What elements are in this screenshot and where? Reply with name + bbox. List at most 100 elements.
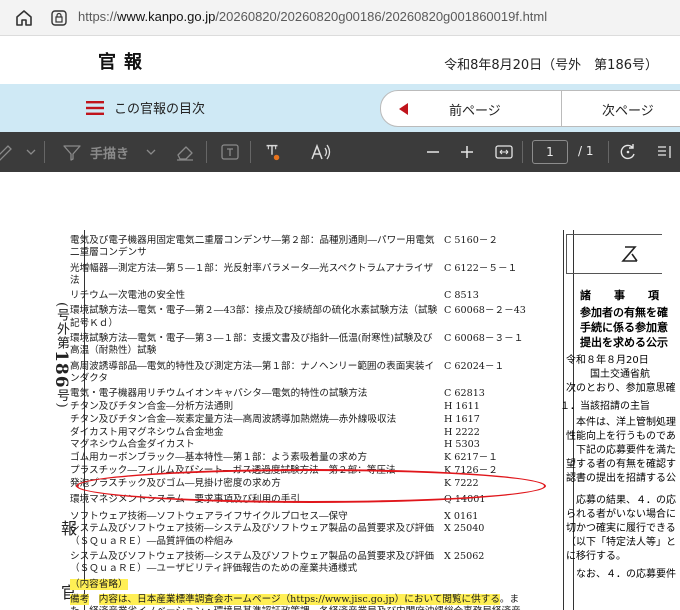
toolbar-separator: [250, 141, 251, 163]
prev-page-label: 前ページ: [449, 104, 501, 119]
standard-entry: マグネシウム合金ダイカスト H 5303: [70, 439, 530, 451]
standard-title: リチウム一次電池の安全性: [70, 290, 186, 302]
standard-entry: ダイカスト用マグネシウム合金地金 H 2222: [70, 427, 530, 439]
standard-title: 電気・電子機器用リチウムイオンキャパシタ―電気的特性の試験方法: [70, 388, 368, 400]
prev-page-button[interactable]: 前ページ: [381, 91, 561, 126]
standard-code: C 62813: [444, 388, 485, 400]
standard-entry: 電気・電子機器用リチウムイオンキャパシタ―電気的特性の試験方法 C 62813: [70, 388, 530, 400]
notice-line: 性能向上を行うものであ: [566, 431, 676, 442]
standard-title: 光増幅器―測定方法―第５―１部：光反射率パラメータ―光スペクトラムアナライザ法: [70, 262, 434, 287]
standard-entry: 環境試験方法―電気・電子―第２―43部：接点及び接続部の硫化水素試験方法（試験記…: [70, 305, 530, 330]
page-navigation: この官報の目次 前ページ 次ページ: [0, 84, 680, 132]
hamburger-menu-icon: [86, 100, 104, 115]
highlighter-icon[interactable]: [62, 142, 82, 162]
omission-note-row: （内容省略）: [70, 578, 530, 591]
ko-mark-icon: [621, 246, 638, 262]
standard-title: チタン及びチタン合金―炭素定量方法―高周波誘導加熱燃焼―赤外線吸収法: [70, 413, 397, 425]
notice-title: 参加者の有無を確 手続に係る参加意 提出を求める公示: [580, 305, 668, 350]
column-rule: [563, 230, 564, 610]
side-issue-suffix: 号): [54, 388, 69, 409]
book-view-icon[interactable]: [656, 142, 680, 162]
notice-line: 次のとおり、参加意思確: [566, 383, 676, 394]
notice-line: 応募の結果、４．の応: [566, 495, 676, 506]
standards-list: 電気及び電子機器用固定電気二重層コンデンサ―第２部：品種別通則―パワー用電気二重…: [70, 235, 530, 610]
standard-code: H 2222: [444, 426, 480, 438]
toc-button[interactable]: この官報の目次: [86, 98, 205, 117]
site-info-icon[interactable]: [50, 9, 68, 27]
standard-code: K 6217－１: [444, 452, 498, 464]
zoom-in-icon[interactable]: [460, 142, 474, 162]
notice-line: 切かつ確実に履行できる: [566, 523, 676, 534]
standard-entry: ゴム用カーボンブラック―基本特性―第１部：よう素吸着量の求め方 K 6217－１: [70, 452, 530, 464]
standard-entry: 電気及び電子機器用固定電気二重層コンデンサ―第２部：品種別通則―パワー用電気二重…: [70, 235, 530, 260]
kanpo-logo[interactable]: 官報: [98, 48, 150, 74]
standard-code: C 8513: [444, 290, 479, 302]
eraser-icon[interactable]: [174, 142, 196, 162]
zoom-out-icon[interactable]: [426, 142, 440, 162]
remarks-text-highlighted: 内容は、日本産業標準調査会ホームページ（https://www.jisc.go.…: [98, 593, 500, 605]
standard-entry: システム及びソフトウェア技術―システム及びソフトウェア製品の品質要求及び評価（Ｓ…: [70, 523, 530, 548]
standard-code: X 25040: [444, 523, 485, 535]
standard-code: C 60068－２－43: [444, 305, 526, 317]
standard-entry: ソフトウェア技術―ソフトウェアライフサイクルプロセス―保守 X 0161: [70, 511, 530, 523]
pen-icon[interactable]: [0, 142, 18, 162]
pdf-toolbar: 手描き 1 / 1: [0, 132, 680, 172]
url-text[interactable]: https://www.kanpo.go.jp/20260820/2026082…: [78, 9, 547, 24]
side-issue-prefix: (号外第: [54, 302, 69, 351]
remarks-label: 備考: [70, 593, 90, 605]
url-host: www.kanpo.go.jp: [117, 9, 216, 24]
standard-entry: チタン及びチタン合金―分析方法通則 H 1611: [70, 401, 530, 413]
chevron-down-icon[interactable]: [146, 142, 156, 162]
url-prefix: https://: [78, 9, 118, 24]
standard-title: 電気及び電子機器用固定電気二重層コンデンサ―第２部：品種別通則―パワー用電気二重…: [70, 235, 435, 259]
text-box-icon[interactable]: [220, 142, 240, 162]
standard-title: システム及びソフトウェア技術―システム及びソフトウェア製品の品質要求及び評価（Ｓ…: [70, 523, 434, 547]
standard-title: チタン及びチタン合金―分析方法通則: [70, 401, 234, 413]
standard-code: H 1617: [444, 413, 480, 425]
draw-tool-label[interactable]: 手描き: [90, 143, 129, 162]
standard-title: 高周波誘導部品―電気的特性及び測定方法―第１部：ナノヘンリー範囲の表面実装インダ…: [70, 360, 435, 385]
side-issue-digits: 186: [51, 350, 71, 389]
toc-label: この官報の目次: [114, 102, 206, 117]
notice-line: （以下「特定法人等」と: [566, 537, 676, 548]
side-issue-number: (号外第186号): [51, 302, 71, 409]
toolbar-separator: [522, 141, 523, 163]
standard-entry: チタン及びチタン合金―炭素定量方法―高周波誘導加熱燃焼―赤外線吸収法 H 1617: [70, 414, 530, 426]
section-header: 諸 事 項: [580, 289, 665, 302]
red-annotation-circle: [76, 469, 546, 503]
standard-code: X 25062: [444, 551, 485, 563]
toolbar-separator: [44, 141, 45, 163]
url-path: /20260820/20260820g00186/20260820g001860…: [215, 9, 548, 24]
chevron-down-icon[interactable]: [26, 142, 36, 162]
notice-title-line: 参加者の有無を確: [580, 306, 668, 319]
format-text-icon[interactable]: [262, 142, 282, 162]
standard-code: H 5303: [444, 439, 480, 451]
home-icon[interactable]: [14, 8, 34, 28]
fit-page-icon[interactable]: [494, 142, 514, 162]
notice-line: １．当該招請の主旨: [560, 401, 650, 412]
kanpo-header: 官報 令和8年8月20日（号外 第186号）: [0, 36, 680, 84]
next-page-button[interactable]: 次ページ: [562, 91, 680, 126]
standard-entry: システム及びソフトウェア技術―システム及びソフトウェア製品の品質要求及び評価（Ｓ…: [70, 551, 530, 576]
standard-title: 環境試験方法―電気・電子―第２―43部：接点及び接続部の硫化水素試験方法（試験記…: [70, 305, 438, 329]
standard-code: C 60068－３－１: [444, 333, 524, 345]
pdf-canvas[interactable]: (号外第186号) 報 官 電気及び電子機器用固定電気二重層コンデンサ―第２部：…: [0, 172, 680, 610]
notice-line: 本件は、洋上管制処理: [566, 417, 676, 428]
notice-line: 下記の応募要件を満た: [566, 445, 676, 456]
standard-title: ダイカスト用マグネシウム合金地金: [70, 426, 224, 438]
rotate-icon[interactable]: [618, 142, 638, 162]
issue-info: 令和8年8月20日（号外 第186号）: [444, 58, 658, 73]
next-page-label: 次ページ: [602, 104, 654, 119]
notice-title-line: 手続に係る参加意: [580, 321, 668, 334]
notice-title-line: 提出を求める公示: [580, 336, 668, 349]
standard-entry: 光増幅器―測定方法―第５―１部：光反射率パラメータ―光スペクトラムアナライザ法 C…: [70, 263, 530, 288]
page-number-input[interactable]: 1: [532, 140, 568, 164]
standard-code: X 0161: [444, 510, 479, 522]
read-aloud-icon[interactable]: [310, 142, 332, 162]
browser-address-bar: https://www.kanpo.go.jp/20260820/2026082…: [0, 0, 680, 36]
notice-line: 認書の提出を招請する公: [566, 473, 676, 484]
notice-line: なお、４．の応募要件: [566, 569, 676, 580]
notice-org: 国土交通省航: [590, 369, 650, 380]
right-column-box: [566, 234, 662, 274]
standard-title: ソフトウェア技術―ソフトウェアライフサイクルプロセス―保守: [70, 510, 348, 522]
